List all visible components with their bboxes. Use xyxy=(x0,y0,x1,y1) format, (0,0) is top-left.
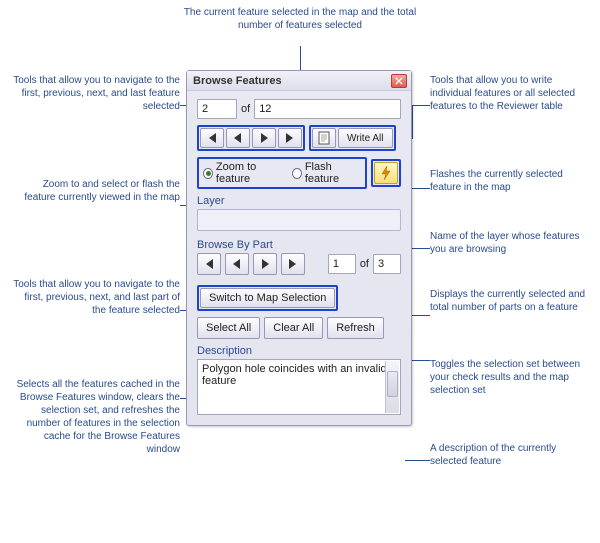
last-icon xyxy=(287,259,299,269)
first-feature-button[interactable] xyxy=(200,128,224,148)
annot-nav-feature: Tools that allow you to navigate to the … xyxy=(10,74,180,113)
refresh-button[interactable]: Refresh xyxy=(327,317,384,339)
annot-write: Tools that allow you to write individual… xyxy=(430,74,590,113)
switch-group: Switch to Map Selection xyxy=(197,285,338,311)
view-mode-row: Zoom to feature Flash feature xyxy=(197,157,401,189)
feature-nav-group xyxy=(197,125,305,151)
prev-icon xyxy=(231,259,243,269)
annot-parts: Displays the currently selected and tota… xyxy=(430,288,590,314)
feature-index-row: 2 of 12 xyxy=(197,99,401,119)
part-nav-row: 1 of 3 xyxy=(197,253,401,275)
last-icon xyxy=(284,133,296,143)
browse-by-part-label: Browse By Part xyxy=(197,239,401,251)
radio-group: Zoom to feature Flash feature xyxy=(197,157,367,189)
write-all-button[interactable]: Write All xyxy=(338,128,393,148)
layer-field xyxy=(197,209,401,231)
zoom-radio-label: Zoom to feature xyxy=(216,161,284,185)
connector xyxy=(412,105,430,106)
annot-zoom-flash: Zoom to and select or flash the feature … xyxy=(10,178,180,204)
switch-row: Switch to Map Selection xyxy=(197,285,401,311)
annot-cache-ops: Selects all the features cached in the B… xyxy=(10,378,180,456)
select-all-button[interactable]: Select All xyxy=(197,317,260,339)
feature-nav-row: Write All xyxy=(197,125,401,151)
description-field[interactable]: Polygon hole coincides with an invalid f… xyxy=(197,359,401,415)
close-button[interactable] xyxy=(391,74,407,88)
first-icon xyxy=(203,259,215,269)
prev-part-button[interactable] xyxy=(225,253,249,275)
layer-label: Layer xyxy=(197,195,401,207)
annot-desc: A description of the currently selected … xyxy=(430,442,590,468)
prev-feature-button[interactable] xyxy=(226,128,250,148)
browse-features-dialog: Browse Features 2 of 12 Write All xyxy=(186,70,412,426)
zoom-radio[interactable]: Zoom to feature xyxy=(203,161,284,185)
connector xyxy=(300,46,301,70)
part-total-field: 3 xyxy=(373,254,401,274)
scrollbar-thumb[interactable] xyxy=(387,371,398,397)
radio-on-icon xyxy=(203,168,213,179)
of-label: of xyxy=(241,103,250,115)
first-part-button[interactable] xyxy=(197,253,221,275)
zap-group xyxy=(371,159,401,187)
annot-top: The current feature selected in the map … xyxy=(180,6,420,32)
annot-zap: Flashes the currently selected feature i… xyxy=(430,168,590,194)
titlebar: Browse Features xyxy=(187,71,411,91)
connector xyxy=(405,460,430,461)
part-index-field[interactable]: 1 xyxy=(328,254,356,274)
dialog-title: Browse Features xyxy=(193,75,391,87)
close-icon xyxy=(395,77,403,85)
lightning-icon xyxy=(380,166,392,180)
radio-off-icon xyxy=(292,168,302,179)
last-feature-button[interactable] xyxy=(278,128,302,148)
total-field: 12 xyxy=(254,99,401,119)
next-part-button[interactable] xyxy=(253,253,277,275)
next-icon xyxy=(259,259,271,269)
flash-radio[interactable]: Flash feature xyxy=(292,161,361,185)
switch-selection-button[interactable]: Switch to Map Selection xyxy=(200,288,335,308)
connector xyxy=(412,105,413,139)
annot-layer: Name of the layer whose features you are… xyxy=(430,230,590,256)
flash-feature-button[interactable] xyxy=(374,162,398,184)
next-icon xyxy=(258,133,270,143)
part-of-label: of xyxy=(360,258,369,270)
write-feature-button[interactable] xyxy=(312,128,336,148)
write-group: Write All xyxy=(309,125,396,151)
annot-switch: Toggles the selection set between your c… xyxy=(430,358,590,397)
current-index-field[interactable]: 2 xyxy=(197,99,237,119)
document-icon xyxy=(317,131,331,145)
first-icon xyxy=(206,133,218,143)
last-part-button[interactable] xyxy=(281,253,305,275)
description-scrollbar[interactable] xyxy=(385,361,399,413)
clear-all-button[interactable]: Clear All xyxy=(264,317,323,339)
cache-ops-row: Select All Clear All Refresh xyxy=(197,317,401,339)
dialog-body: 2 of 12 Write All Zoom xyxy=(187,91,411,425)
flash-radio-label: Flash feature xyxy=(305,161,361,185)
annot-nav-part: Tools that allow you to navigate to the … xyxy=(10,278,180,317)
description-label: Description xyxy=(197,345,401,357)
description-text: Polygon hole coincides with an invalid f… xyxy=(202,363,387,387)
next-feature-button[interactable] xyxy=(252,128,276,148)
prev-icon xyxy=(232,133,244,143)
